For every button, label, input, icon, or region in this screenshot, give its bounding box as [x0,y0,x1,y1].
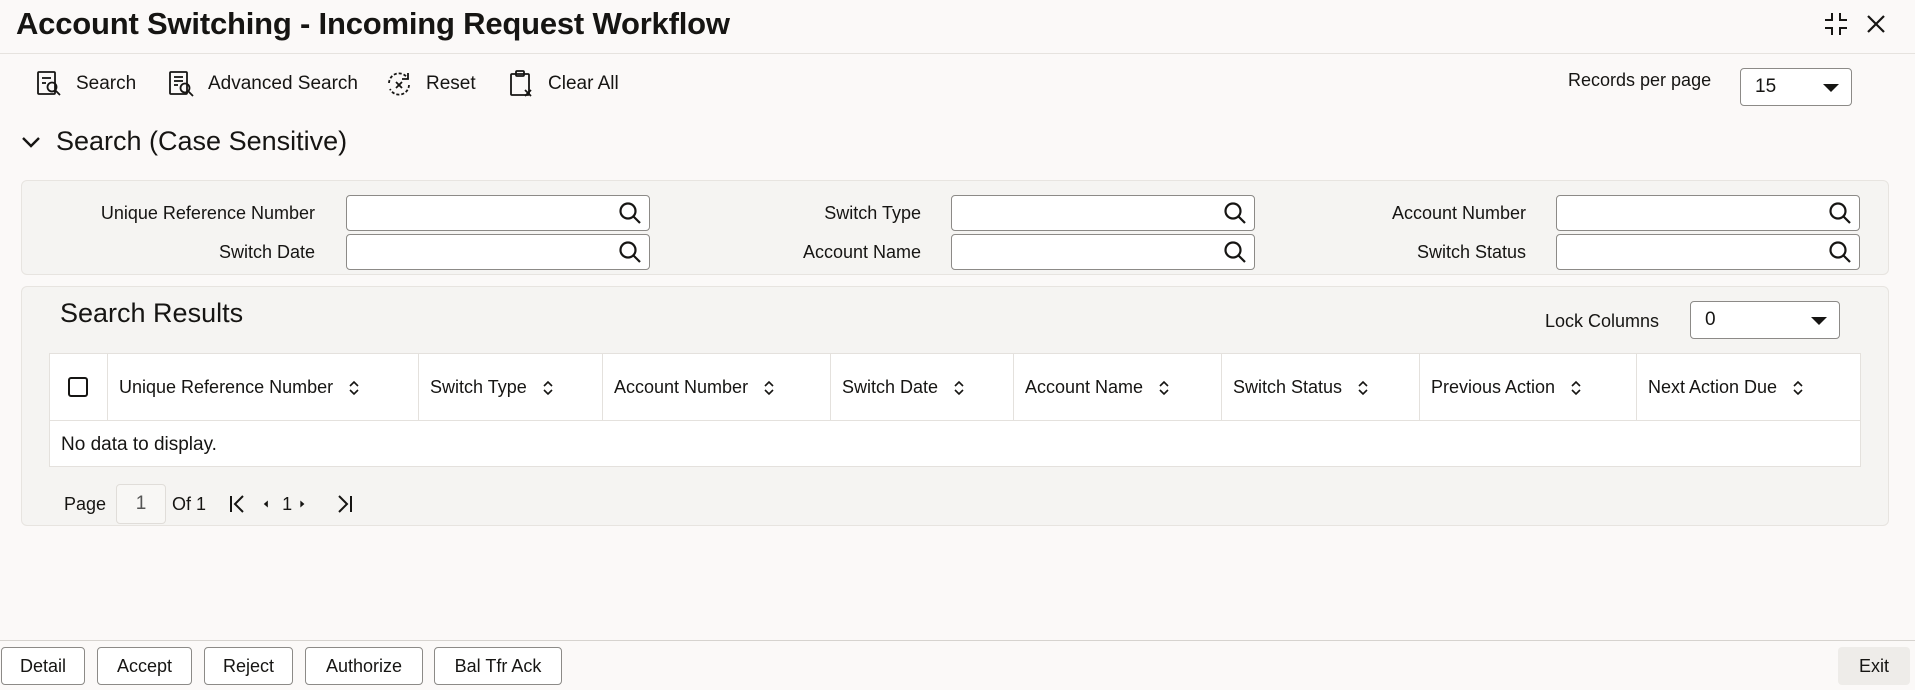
previous-page-icon[interactable] [262,492,276,516]
clear-all-button[interactable]: Clear All [506,66,619,102]
account-number-field[interactable] [1556,195,1860,231]
column-header-switch-type[interactable]: Switch Type [418,354,602,421]
account-name-label: Account Name [802,242,921,262]
chevron-down-icon [1823,84,1839,92]
search-icon[interactable] [617,200,643,226]
column-header-account-name[interactable]: Account Name [1013,354,1221,421]
switch-type-label: Switch Type [824,203,921,223]
chevron-down-icon [1811,317,1827,325]
search-section-toggle[interactable]: Search (Case Sensitive) [20,126,347,157]
search-button[interactable]: Search [34,66,136,102]
reset-button-label: Reset [426,73,476,94]
first-page-icon[interactable] [226,492,250,516]
column-header-previous-action[interactable]: Previous Action [1419,354,1636,421]
collapse-icon[interactable] [1820,8,1852,40]
authorize-button[interactable]: Authorize [305,647,423,685]
next-page-icon[interactable] [298,492,312,516]
column-header-next-action-due[interactable]: Next Action Due [1636,354,1860,421]
search-icon[interactable] [617,239,643,265]
unique-reference-number-input[interactable] [347,196,607,230]
current-page-input[interactable]: 1 [116,484,167,524]
column-header-unique-reference-number[interactable]: Unique Reference Number [107,354,418,421]
account-number-label: Account Number [1391,203,1526,223]
column-header-switch-date[interactable]: Switch Date [830,354,1013,421]
sort-icon[interactable] [762,378,776,398]
exit-button[interactable]: Exit [1838,647,1910,685]
switch-status-label: Switch Status [1416,242,1526,262]
title-bar: Account Switching - Incoming Request Wor… [0,0,1915,54]
search-doc-icon [37,71,61,96]
page-number[interactable]: 1 [282,494,292,515]
clipboard-clear-icon [510,70,532,97]
results-table: Unique Reference Number Switch Type Acco… [49,353,1861,467]
accept-button[interactable]: Accept [97,647,192,685]
switch-date-field[interactable] [346,234,650,270]
advanced-search-icon [169,71,194,97]
column-header-switch-status[interactable]: Switch Status [1221,354,1419,421]
switch-date-input[interactable] [347,235,607,269]
page-title: Account Switching - Incoming Request Wor… [16,6,730,41]
reject-button[interactable]: Reject [204,647,293,685]
search-results-title: Search Results [60,298,244,328]
switch-date-label: Switch Date [218,242,315,262]
close-icon[interactable] [1860,8,1892,40]
sort-icon[interactable] [1791,378,1805,398]
switch-status-field[interactable] [1556,234,1860,270]
sort-icon[interactable] [1157,378,1171,398]
search-section-title: Search (Case Sensitive) [56,126,348,156]
sort-icon[interactable] [541,378,555,398]
account-name-field[interactable] [951,234,1255,270]
advanced-search-button[interactable]: Advanced Search [166,66,358,102]
reset-button[interactable]: Reset [384,66,476,102]
lock-columns-select[interactable]: 0 [1690,301,1840,339]
lock-columns-label: Lock Columns [1545,311,1660,331]
search-icon[interactable] [1827,239,1853,265]
pagination: Page 1 Of 1 1 [64,484,356,524]
unique-reference-number-field[interactable] [346,195,650,231]
search-icon[interactable] [1222,200,1248,226]
page-count-label: Of 1 [172,493,207,514]
bal-tfr-ack-button[interactable]: Bal Tfr Ack [434,647,562,685]
records-per-page-select[interactable]: 15 [1740,68,1852,106]
switch-type-field[interactable] [951,195,1255,231]
lock-columns-value: 0 [1705,309,1716,330]
select-all-checkbox[interactable] [68,377,88,397]
search-button-label: Search [76,73,137,94]
unique-reference-number-label: Unique Reference Number [100,203,315,223]
account-name-input[interactable] [952,235,1212,269]
reset-icon [388,72,410,96]
page-label: Page [64,493,107,514]
switch-type-input[interactable] [952,196,1212,230]
search-icon[interactable] [1827,200,1853,226]
last-page-icon[interactable] [332,492,356,516]
advanced-search-button-label: Advanced Search [208,73,358,94]
clear-all-button-label: Clear All [548,73,619,94]
sort-icon[interactable] [1569,378,1583,398]
switch-status-input[interactable] [1557,235,1817,269]
chevron-down-icon [22,136,40,148]
detail-button[interactable]: Detail [1,647,85,685]
column-header-account-number[interactable]: Account Number [602,354,830,421]
records-per-page-label: Records per page [1568,70,1712,90]
account-number-input[interactable] [1557,196,1817,230]
no-data-message: No data to display. [61,434,217,455]
sort-icon[interactable] [347,378,361,398]
search-icon[interactable] [1222,239,1248,265]
records-per-page-value: 15 [1755,76,1777,97]
table-header: Unique Reference Number Switch Type Acco… [50,354,1860,421]
sort-icon[interactable] [952,378,966,398]
sort-icon[interactable] [1356,378,1370,398]
